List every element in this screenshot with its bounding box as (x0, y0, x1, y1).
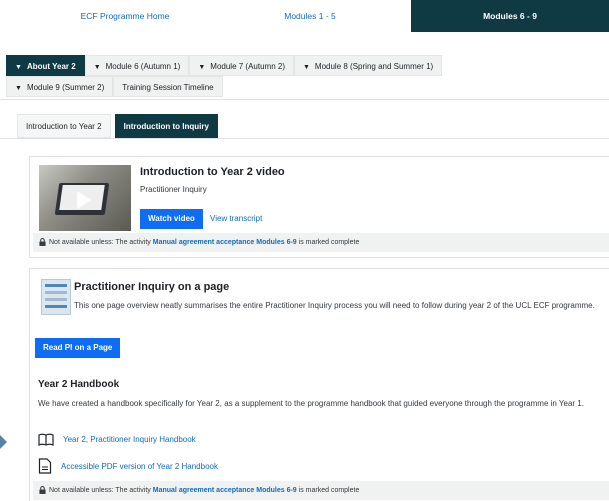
accessible-pdf-row: Accessible PDF version of Year 2 Handboo… (38, 458, 218, 474)
chevron-down-icon: ▼ (302, 64, 310, 71)
read-pi-on-a-page-button[interactable]: Read PI on a Page (35, 338, 121, 358)
chevron-down-icon: ▼ (198, 64, 206, 71)
nav-modules-6-9[interactable]: Modules 6 - 9 (411, 0, 609, 32)
chevron-down-icon: ▼ (93, 64, 101, 71)
video-card: Introduction to Year 2 video Practitione… (29, 156, 609, 258)
drawer-arrow-icon[interactable] (0, 435, 7, 449)
video-title: Introduction to Year 2 video (140, 166, 285, 178)
year2-handbook-link[interactable]: Year 2, Practitioner Inquiry Handbook (63, 435, 196, 444)
chevron-down-icon: ▼ (15, 85, 22, 92)
nav-modules-1-5[interactable]: Modules 1 - 5 (230, 0, 390, 32)
tab-about-year-2[interactable]: ▼ About Year 2 (6, 55, 85, 76)
tab-module-8[interactable]: ▼ Module 8 (Spring and Summer 1) (293, 55, 443, 76)
restriction-activity-link[interactable]: Manual agreement acceptance Modules 6-9 (153, 487, 297, 494)
lock-icon (39, 486, 46, 494)
subtab-introduction-to-year-2[interactable]: Introduction to Year 2 (17, 114, 111, 138)
watch-video-button[interactable]: Watch video (140, 209, 203, 229)
handbook-link-row: Year 2, Practitioner Inquiry Handbook (38, 432, 196, 446)
programme-nav: ECF Programme Home Modules 1 - 5 Modules… (0, 0, 609, 40)
tab-training-session-timeline[interactable]: Training Session Timeline (113, 76, 223, 97)
play-icon (77, 191, 91, 209)
pi-title: Practitioner Inquiry on a page (74, 281, 230, 293)
video-thumbnail[interactable] (39, 165, 131, 231)
handbook-title: Year 2 Handbook (38, 379, 120, 390)
sub-tabs: Introduction to Year 2 Introduction to I… (17, 114, 222, 138)
restriction-notice: Not available unless: The activity Manua… (33, 233, 609, 252)
file-icon (38, 458, 52, 474)
subtab-introduction-to-inquiry[interactable]: Introduction to Inquiry (114, 114, 218, 138)
module-tabs: ▼ About Year 2 ▼ Module 6 (Autumn 1) ▼ Modu… (6, 55, 609, 97)
video-subtitle: Practitioner Inquiry (140, 185, 207, 194)
pi-card: Practitioner Inquiry on a page This one … (29, 268, 609, 501)
divider (0, 99, 609, 100)
restriction-activity-link[interactable]: Manual agreement acceptance Modules 6-9 (153, 239, 297, 246)
tab-module-7[interactable]: ▼ Module 7 (Autumn 2) (189, 55, 294, 76)
restriction-notice: Not available unless: The activity Manua… (33, 481, 609, 500)
book-icon (38, 433, 54, 446)
document-thumbnail-icon (41, 279, 71, 315)
chevron-down-icon: ▼ (15, 64, 22, 71)
nav-ecf-programme-home[interactable]: ECF Programme Home (40, 0, 210, 32)
lock-icon (39, 238, 46, 246)
tab-module-6[interactable]: ▼ Module 6 (Autumn 1) (84, 55, 190, 76)
handbook-description: We have created a handbook specifically … (38, 399, 584, 408)
pi-description: This one page overview neatly summarises… (74, 301, 595, 310)
tab-module-9[interactable]: ▼ Module 9 (Summer 2) (6, 76, 114, 97)
view-transcript-link[interactable]: View transcript (210, 214, 262, 223)
divider (0, 138, 609, 139)
accessible-pdf-link[interactable]: Accessible PDF version of Year 2 Handboo… (61, 462, 218, 471)
